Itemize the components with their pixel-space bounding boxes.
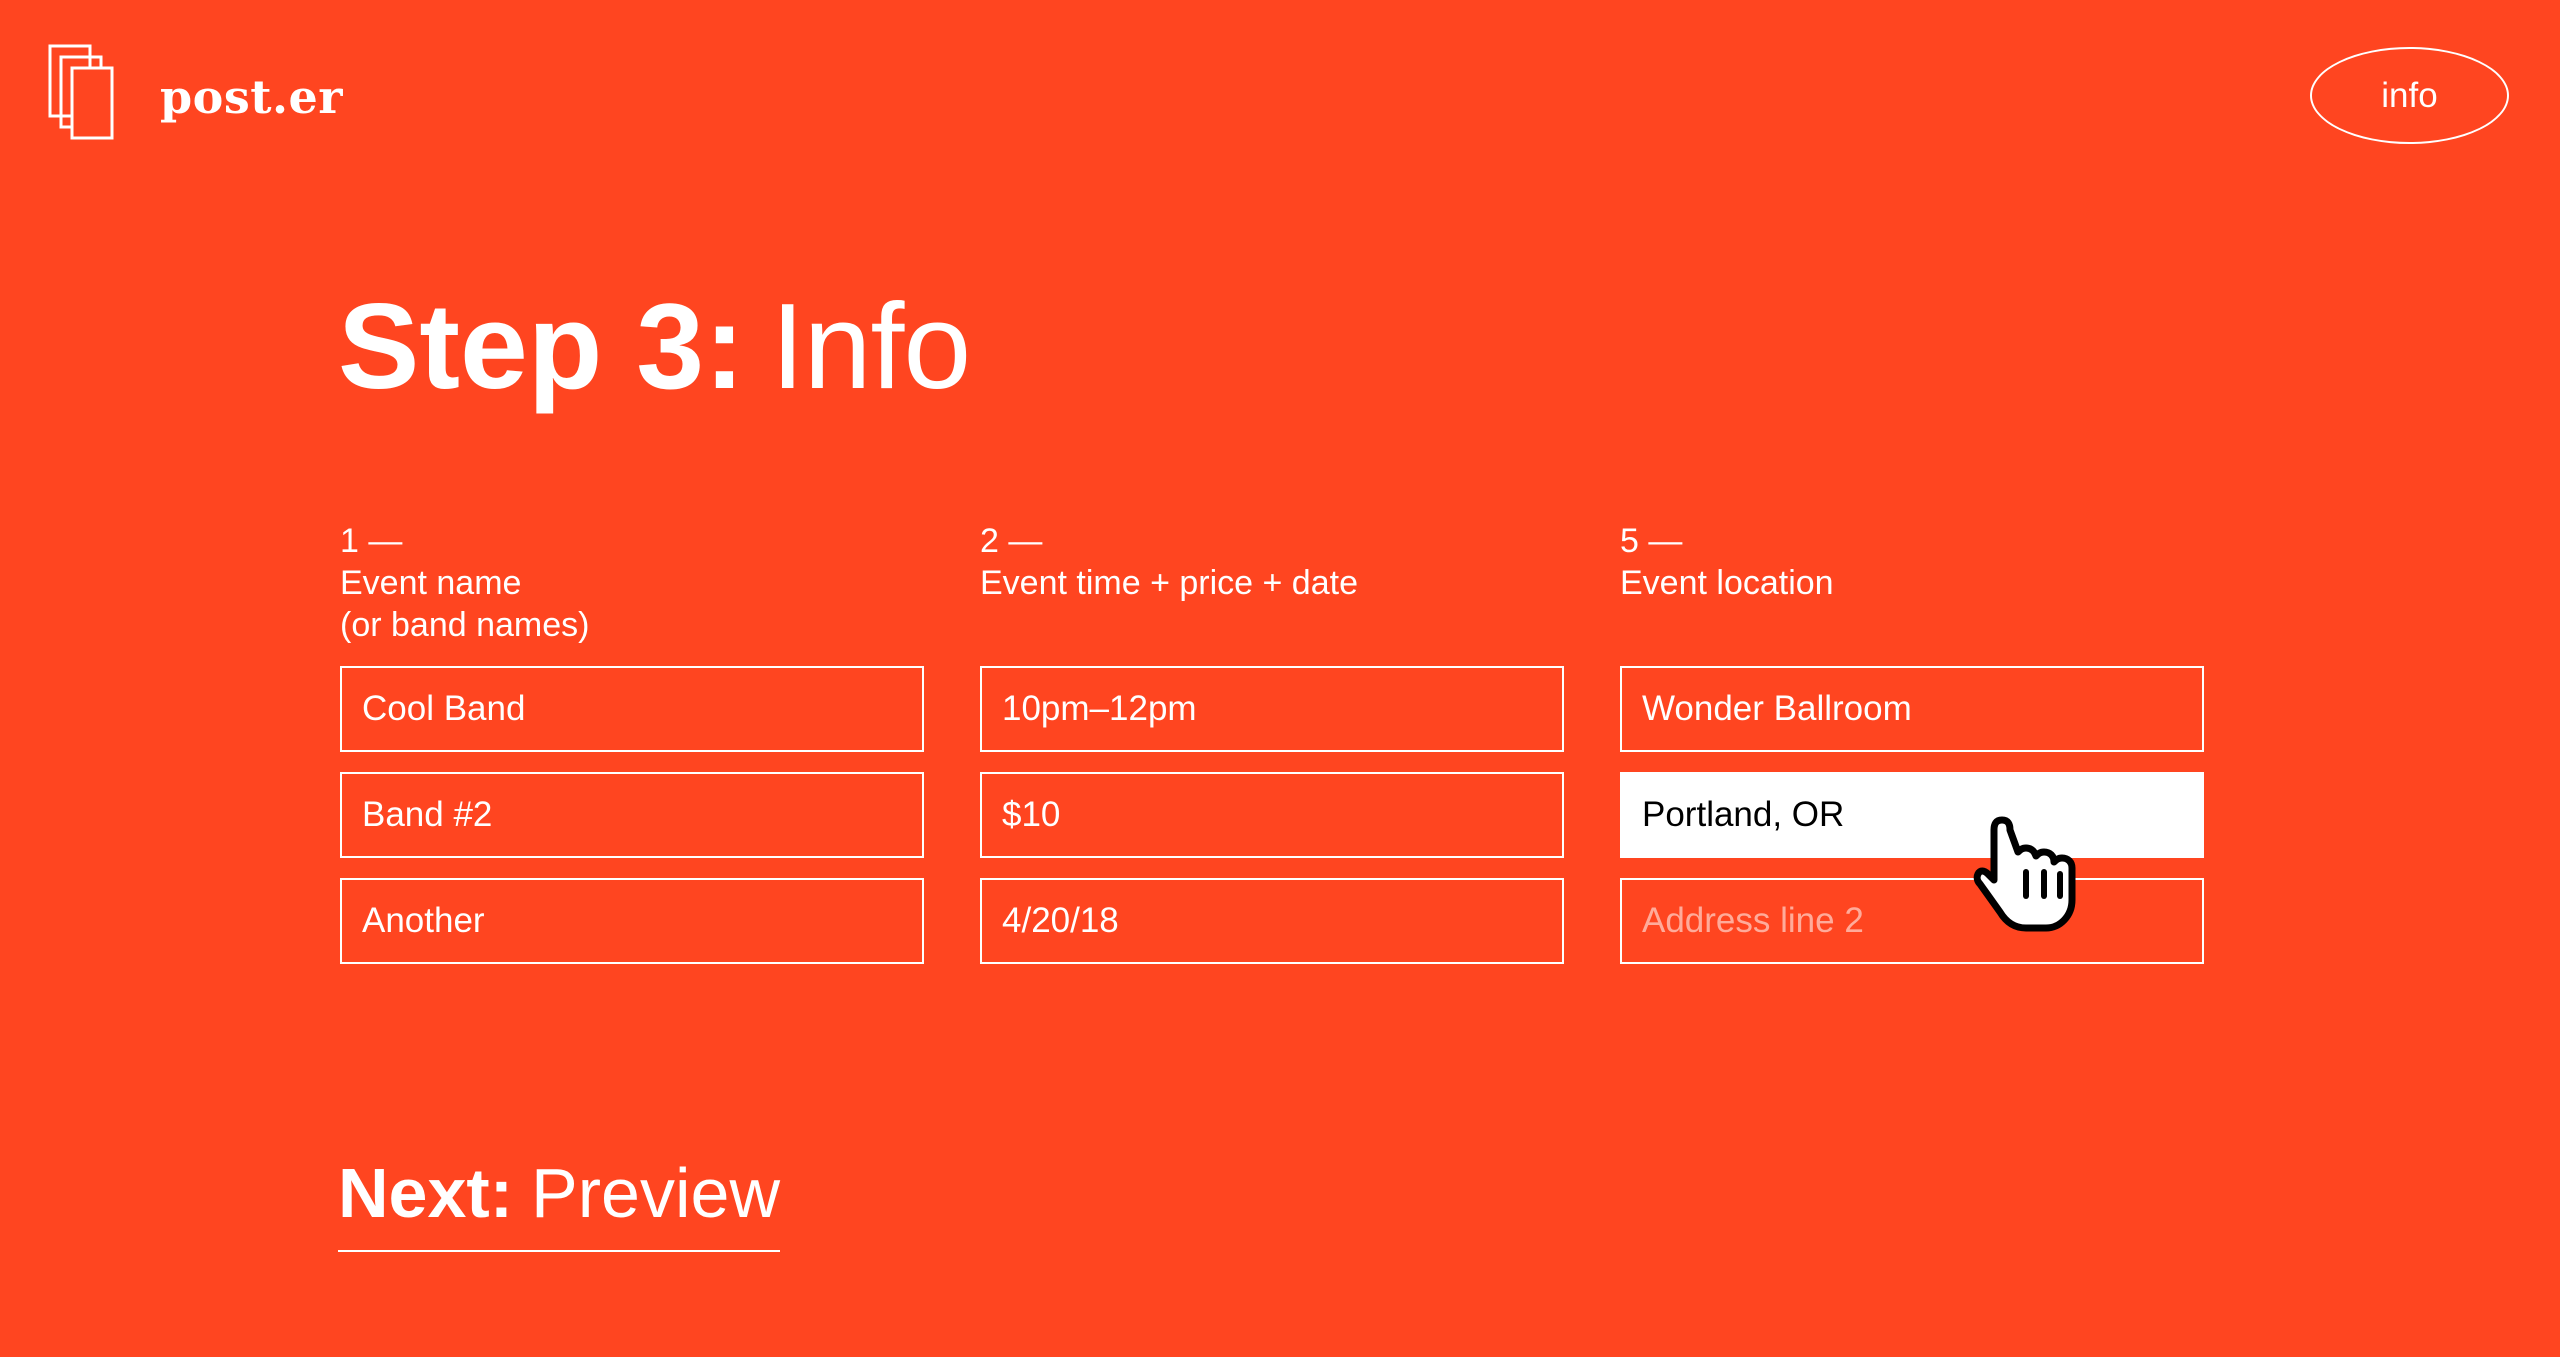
section-label: Event name bbox=[340, 564, 522, 602]
section-number: 2 — bbox=[980, 522, 1043, 560]
section-label: Event time + price + date bbox=[980, 564, 1358, 602]
event-name-field-2[interactable]: Band #2 bbox=[340, 772, 924, 858]
next-label: Next: bbox=[338, 1154, 514, 1232]
stacked-pages-icon bbox=[48, 44, 114, 140]
section-label: Event location bbox=[1620, 564, 1834, 602]
event-price-field[interactable]: $10 bbox=[980, 772, 1564, 858]
event-date-field[interactable]: 4/20/18 bbox=[980, 878, 1564, 964]
page-title-step: Step 3: bbox=[338, 278, 745, 414]
venue-field[interactable]: Wonder Ballroom bbox=[1620, 666, 2204, 752]
next-preview-link[interactable]: Next: Preview bbox=[338, 1158, 781, 1252]
brand-logo[interactable]: post.er bbox=[48, 44, 343, 145]
hand-pointer-icon bbox=[1973, 816, 2076, 932]
page-title-name: Info bbox=[770, 278, 971, 414]
event-name-heading: 1 — Event name (or band names) bbox=[340, 520, 924, 646]
event-location-group: 5 — Event location Wonder Ballroom Portl… bbox=[1620, 520, 2204, 964]
section-sublabel: (or band names) bbox=[340, 606, 590, 644]
next-target-label: Preview bbox=[531, 1154, 781, 1232]
section-number: 1 — bbox=[340, 522, 403, 560]
event-time-field[interactable]: 10pm–12pm bbox=[980, 666, 1564, 752]
event-location-heading: 5 — Event location bbox=[1620, 520, 2204, 646]
brand-name: post.er bbox=[160, 69, 344, 124]
address-line-2-field[interactable]: Address line 2 bbox=[1620, 878, 2204, 964]
city-field[interactable]: Portland, OR bbox=[1620, 772, 2204, 858]
event-name-field-3[interactable]: Another bbox=[340, 878, 924, 964]
event-time-heading: 2 — Event time + price + date bbox=[980, 520, 1564, 646]
event-name-field-1[interactable]: Cool Band bbox=[340, 666, 924, 752]
event-name-group: 1 — Event name (or band names) Cool Band… bbox=[340, 520, 924, 964]
event-time-price-date-group: 2 — Event time + price + date 10pm–12pm … bbox=[980, 520, 1564, 964]
page-title: Step 3: Info bbox=[338, 285, 971, 407]
info-button[interactable]: info bbox=[2310, 47, 2509, 144]
section-number: 5 — bbox=[1620, 522, 1683, 560]
